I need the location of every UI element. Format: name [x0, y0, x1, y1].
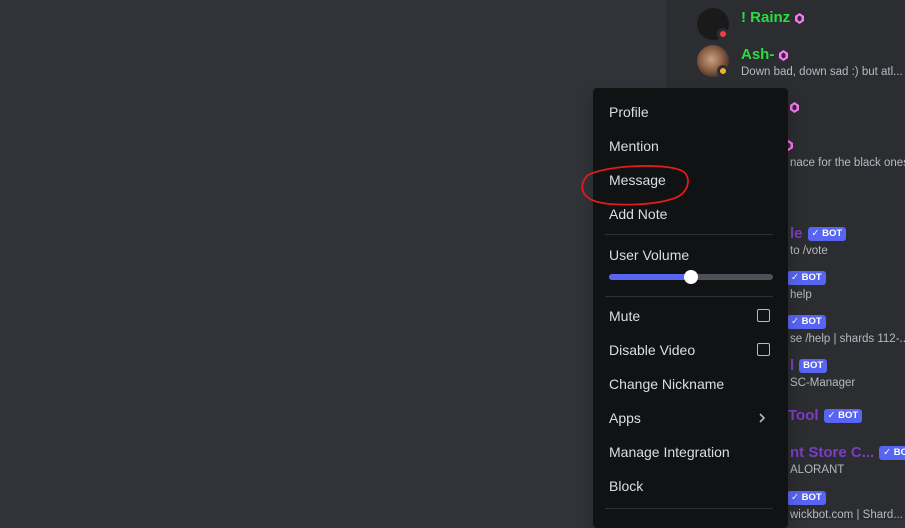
bot-tag: ✓ BOT: [787, 491, 826, 506]
member-name-row: ✓ BOT: [782, 489, 826, 506]
menu-item-message[interactable]: Message: [601, 164, 780, 196]
member-name-row: l BOT: [790, 357, 828, 374]
menu-item-apps[interactable]: Apps: [601, 402, 780, 434]
nitro-gem-icon: [779, 49, 789, 61]
disable-video-checkbox[interactable]: [757, 343, 770, 356]
member-name-row: Tool ✓ BOT: [788, 407, 863, 424]
member-name: ! Rainz: [741, 9, 791, 26]
chevron-right-icon: [759, 413, 766, 423]
member-status-text: SC-Manager: [790, 377, 856, 389]
menu-divider: [605, 508, 773, 509]
user-context-menu: Profile Mention Message Add Note User Vo…: [593, 88, 788, 528]
menu-item-add-note[interactable]: Add Note: [601, 198, 780, 230]
member-name-row: Ash-: [741, 46, 789, 63]
mute-checkbox[interactable]: [757, 309, 770, 322]
bot-tag: ✓ BOT: [787, 271, 826, 286]
menu-item-label: Apps: [609, 410, 641, 426]
user-volume-slider-handle[interactable]: [684, 270, 698, 284]
member-name-row: ✓ BOT: [782, 269, 826, 286]
menu-item-mention[interactable]: Mention: [601, 130, 780, 162]
menu-divider: [605, 296, 773, 297]
user-volume-slider-fill: [609, 274, 691, 280]
nitro-gem-icon: [790, 101, 799, 113]
menu-item-label: Mute: [609, 308, 641, 324]
menu-item-label: Disable Video: [609, 342, 696, 358]
member-name-row: ! Rainz: [741, 9, 805, 26]
dnd-status-icon: [717, 28, 729, 40]
member-name-row: le ✓ BOT: [790, 225, 847, 242]
user-volume-slider[interactable]: [609, 270, 773, 284]
member-status-text: help: [790, 289, 812, 301]
menu-divider: [605, 234, 773, 235]
member-name-row: nt Store C... ✓ BOT: [790, 444, 905, 461]
member-status-text: se /help | shards 112-...: [790, 333, 905, 345]
member-status-text: wickbot.com | Shard...: [790, 509, 903, 520]
idle-status-icon: [717, 65, 729, 77]
member-item[interactable]: ! Rainz: [668, 6, 905, 46]
menu-item-mute[interactable]: Mute: [601, 300, 780, 332]
bot-tag: ✓ BOT: [807, 227, 847, 242]
bot-tag: ✓ BOT: [879, 446, 905, 461]
menu-label-user-volume: User Volume: [609, 247, 690, 263]
member-name: le: [790, 225, 803, 242]
member-name: Tool: [788, 407, 819, 424]
nitro-gem-icon: [795, 12, 805, 24]
menu-item-block[interactable]: Block: [601, 470, 780, 502]
member-name: l: [790, 357, 795, 374]
member-status-text: to /vote: [790, 245, 828, 257]
member-status-text: ALORANT: [790, 464, 845, 476]
menu-item-profile[interactable]: Profile: [601, 96, 780, 128]
bot-tag: ✓ BOT: [823, 409, 863, 424]
menu-item-change-nickname[interactable]: Change Nickname: [601, 368, 780, 400]
menu-item-disable-video[interactable]: Disable Video: [601, 334, 780, 366]
member-name: Ash-: [741, 46, 775, 63]
member-status-text: Down bad, down sad :) but atl...: [741, 66, 903, 78]
member-item[interactable]: Ash- Down bad, down sad :) but atl...: [668, 43, 905, 83]
chat-area: [0, 0, 668, 520]
menu-item-manage-integration[interactable]: Manage Integration: [601, 436, 780, 468]
bot-tag: ✓ BOT: [787, 315, 826, 330]
member-name: nt Store C...: [790, 444, 875, 461]
member-status-text: nace for the black ones: [790, 157, 905, 169]
bot-tag: BOT: [799, 359, 828, 374]
member-name-row: ✓ BOT: [782, 313, 826, 330]
